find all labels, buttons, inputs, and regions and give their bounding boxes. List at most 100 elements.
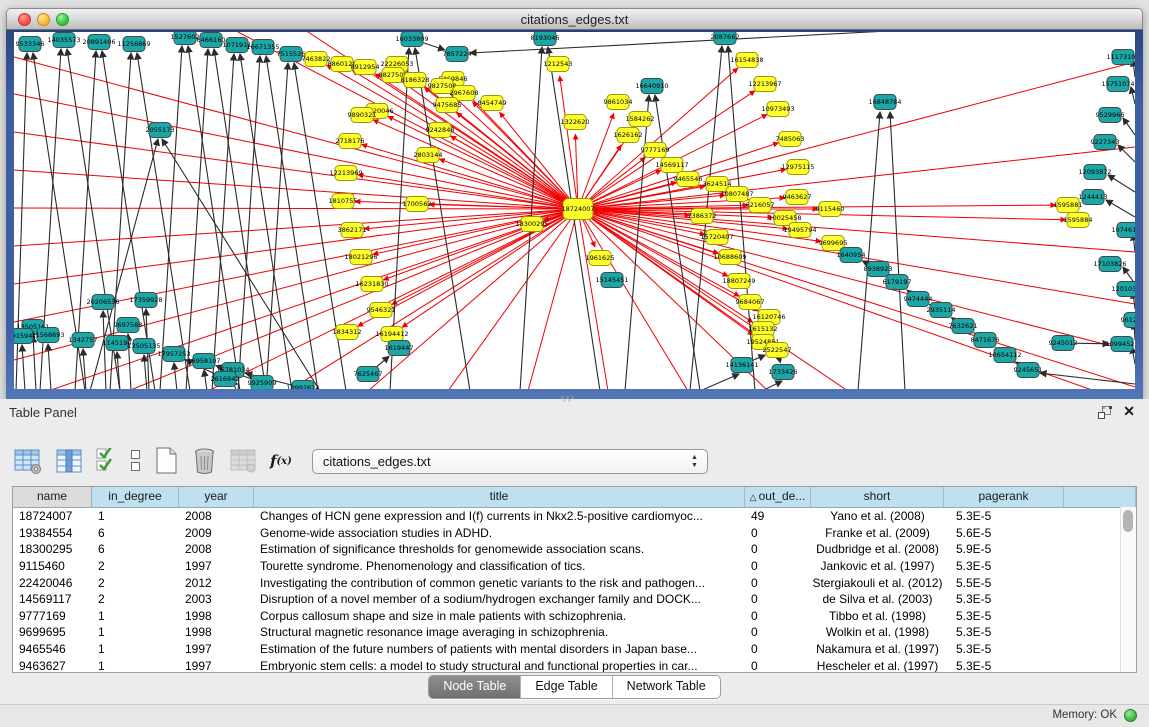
graph-node-label: 1212543 xyxy=(544,60,573,68)
graph-node-label: 9463627 xyxy=(783,193,812,201)
column-visibility-icon[interactable] xyxy=(56,448,83,475)
delete-column-icon[interactable] xyxy=(192,447,217,475)
table-row[interactable]: 977716911998Corpus callosum shape and si… xyxy=(13,608,1136,625)
node-table[interactable]: namein_degreeyeartitle△out_de...shortpag… xyxy=(12,486,1137,673)
graph-node-label: 12213969 xyxy=(329,169,362,177)
graph-node-label: 9533346 xyxy=(16,40,45,48)
cell-title: Disruption of a novel member of a sodium… xyxy=(254,592,745,606)
graph-node-label: 9227343 xyxy=(1091,138,1120,146)
tab-network-table[interactable]: Network Table xyxy=(612,676,720,698)
network-view-window: citations_edges.txt 18724007953334614035… xyxy=(6,8,1143,399)
function-builder-icon[interactable]: f(x) xyxy=(270,452,292,470)
citation-edge-black xyxy=(266,56,318,389)
network-window-titlebar[interactable]: citations_edges.txt xyxy=(6,8,1143,30)
graph-node-label: 16848784 xyxy=(868,98,901,106)
cell-in_degree: 1 xyxy=(92,509,179,523)
graph-node-label: 17359928 xyxy=(129,296,162,304)
column-header-title[interactable]: title xyxy=(254,487,745,507)
table-row[interactable]: 946362711997Embryonic stem cells: a mode… xyxy=(13,657,1136,673)
graph-node-label: 15145451 xyxy=(595,276,628,284)
graph-node-label: 9546321 xyxy=(367,306,396,314)
cell-name: 9777169 xyxy=(13,609,92,623)
graph-node-label: 11256869 xyxy=(117,40,150,48)
table-row[interactable]: 946554611997Estimation of the future num… xyxy=(13,641,1136,658)
graph-node-label: 9612416 xyxy=(1121,316,1135,324)
table-vertical-scrollbar[interactable] xyxy=(1120,507,1136,672)
citation-edge-black xyxy=(700,374,739,389)
cell-name: 9699695 xyxy=(13,625,92,639)
cell-short: Yano et al. (2008) xyxy=(811,509,944,523)
table-row[interactable]: 2242004622012Investigating the contribut… xyxy=(13,574,1136,591)
column-header-short[interactable]: short xyxy=(811,487,944,507)
table-row[interactable]: 1830029562008Estimation of significance … xyxy=(13,541,1136,558)
graph-node-label: 16231830 xyxy=(355,280,388,288)
unselect-all-icon[interactable] xyxy=(130,449,142,473)
table-row[interactable]: 1938455462009Genome-wide association stu… xyxy=(13,525,1136,542)
citation-edge-black xyxy=(204,370,207,389)
table-settings-icon[interactable] xyxy=(14,448,43,475)
table-row[interactable]: 1456911722003Disruption of a novel membe… xyxy=(13,591,1136,608)
delete-table-icon xyxy=(230,448,257,474)
cell-short: Jankovic et al. (1997) xyxy=(811,559,944,573)
citation-edge-red xyxy=(208,209,578,389)
citation-edge-red xyxy=(450,136,578,209)
cell-year: 2008 xyxy=(179,542,254,556)
column-header-year[interactable]: year xyxy=(179,487,254,507)
graph-node-label: 10992624 xyxy=(286,384,319,389)
graph-node-label: 1834312 xyxy=(333,328,362,336)
citation-edge-black xyxy=(186,49,208,389)
close-panel-icon[interactable]: ✕ xyxy=(1123,403,1135,420)
network-canvas-svg[interactable]: 1872400795333461403557320891406112568691… xyxy=(14,32,1135,389)
graph-node-label: 10025458 xyxy=(768,214,801,222)
cell-pagerank: 5.3E-5 xyxy=(944,609,1064,623)
cell-pagerank: 5.3E-5 xyxy=(944,559,1064,573)
cell-pagerank: 5.6E-5 xyxy=(944,526,1064,540)
cell-pagerank: 5.5E-5 xyxy=(944,576,1064,590)
cell-in_degree: 6 xyxy=(92,542,179,556)
graph-node-label: 1584262 xyxy=(626,115,655,123)
cell-short: Wolkin et al. (1998) xyxy=(811,625,944,639)
citation-edge-red xyxy=(578,209,608,389)
graph-node-label: 2718176 xyxy=(336,137,365,145)
citation-edge-black xyxy=(103,311,106,389)
memory-status-indicator[interactable] xyxy=(1124,709,1137,722)
graph-node-label: 9861034 xyxy=(604,98,633,106)
cell-pagerank: 5.9E-5 xyxy=(944,542,1064,556)
graph-node-label: 16033809 xyxy=(395,35,428,43)
tab-node-table[interactable]: Node Table xyxy=(429,676,520,698)
table-row[interactable]: 1872400712008Changes of HCN gene express… xyxy=(13,508,1136,525)
select-all-icon[interactable] xyxy=(96,448,117,474)
cell-out_degree: 0 xyxy=(745,542,811,556)
float-panel-icon[interactable] xyxy=(1098,406,1113,419)
table-row[interactable]: 911546021997Tourette syndrome. Phenomeno… xyxy=(13,558,1136,575)
table-header-row[interactable]: namein_degreeyeartitle△out_de...shortpag… xyxy=(13,487,1136,508)
column-header-out_degree[interactable]: △out_de... xyxy=(745,487,811,507)
tab-edge-table[interactable]: Edge Table xyxy=(520,676,611,698)
table-selector-dropdown[interactable]: citations_edges.txt ▲▼ xyxy=(312,449,708,474)
scrollbar-thumb[interactable] xyxy=(1123,510,1133,532)
graph-node-label: 7857224 xyxy=(443,50,472,58)
graph-node-label: 16640910 xyxy=(635,82,668,90)
column-header-pagerank[interactable]: pagerank xyxy=(944,487,1064,507)
citation-edge-black xyxy=(22,345,25,389)
citation-edge-red xyxy=(14,94,578,209)
graph-node-label: 7625467 xyxy=(354,370,383,378)
graph-node-label: 9242848 xyxy=(426,126,455,134)
table-tabbar: Node TableEdge TableNetwork Table xyxy=(0,675,1149,699)
graph-node-label: 12010350 xyxy=(1111,285,1135,293)
citation-edge-red xyxy=(448,209,578,389)
cell-name: 9463627 xyxy=(13,659,92,673)
citation-edge-red xyxy=(368,209,578,389)
graph-node-label: 9245651 xyxy=(1014,366,1043,374)
citation-edge-red xyxy=(14,209,578,360)
column-header-in_degree[interactable]: in_degree xyxy=(92,487,179,507)
cell-short: Hescheler et al. (1997) xyxy=(811,659,944,673)
table-body[interactable]: 1872400712008Changes of HCN gene express… xyxy=(13,508,1136,673)
citation-edge-red xyxy=(14,170,578,209)
table-row[interactable]: 969969511998Structural magnetic resonanc… xyxy=(13,624,1136,641)
network-canvas[interactable]: 1872400795333461403557320891406112568691… xyxy=(14,31,1135,389)
new-table-icon[interactable] xyxy=(155,447,179,475)
column-header-name[interactable]: name xyxy=(13,487,92,507)
graph-node-label: 1619447 xyxy=(385,344,414,352)
graph-node-label: 10973493 xyxy=(761,105,794,113)
